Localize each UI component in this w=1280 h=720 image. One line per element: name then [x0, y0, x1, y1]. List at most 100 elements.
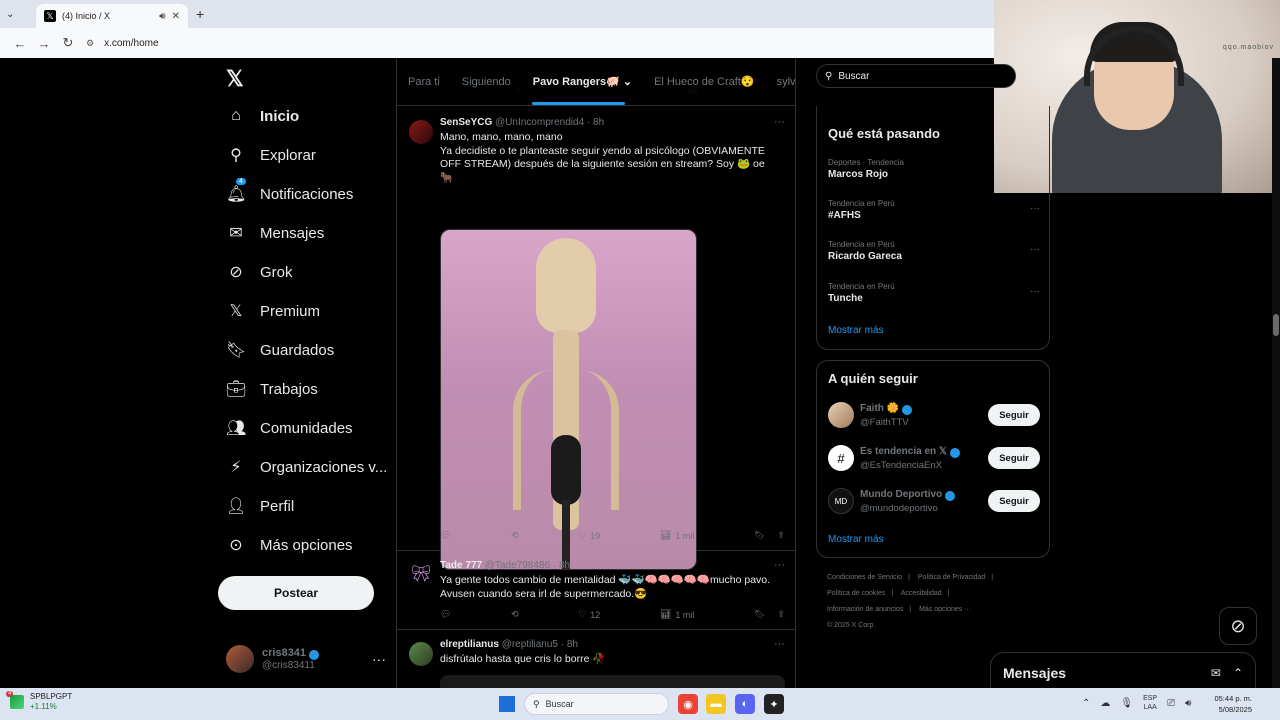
tab-siguiendo[interactable]: Siguiendo	[451, 76, 522, 88]
like-button[interactable]: ♡ 12	[578, 609, 600, 620]
trend-item[interactable]: Tendencia en Perú Ricardo Gareca ···	[828, 240, 1040, 262]
views-button[interactable]: 📊︎ 1 mil	[660, 609, 694, 620]
messages-drawer[interactable]: Mensajes ✉ ⌃	[990, 652, 1256, 692]
tweet-image[interactable]	[440, 675, 785, 688]
forward-icon[interactable]: →	[32, 36, 56, 51]
bookmark-icon[interactable]: 🔖︎	[754, 609, 765, 620]
trend-item[interactable]: Deportes · Tendencia Marcos Rojo	[828, 158, 1040, 180]
share-icon[interactable]: ⇪	[777, 609, 785, 620]
taskbar-search[interactable]: ⚲ Buscar	[524, 693, 669, 715]
tab-para-ti[interactable]: Para ti	[397, 76, 451, 88]
more-icon[interactable]: ···	[1030, 203, 1040, 214]
new-tab-button[interactable]: +	[196, 6, 204, 22]
nav-item-perfil[interactable]: 👤︎ Perfil	[226, 492, 294, 520]
more-icon[interactable]: ···	[372, 651, 386, 667]
cloud-icon[interactable]: ☁	[1100, 698, 1110, 709]
footer-link[interactable]: Política de Privacidad	[918, 574, 985, 581]
chevron-down-icon[interactable]: ⌄	[623, 76, 632, 88]
speaker-icon[interactable]: 🔊︎	[159, 11, 165, 22]
follow-button[interactable]: Seguir	[988, 447, 1040, 469]
page-scrollbar[interactable]	[1272, 58, 1280, 688]
file-explorer-icon[interactable]: ▬	[706, 694, 726, 714]
footer-link[interactable]: Política de cookies	[827, 590, 885, 597]
discord-icon[interactable]: ◐	[735, 694, 755, 714]
tweet-author-name[interactable]: Tade 777	[440, 560, 482, 571]
tweet-time[interactable]: · 8h	[587, 117, 604, 128]
trend-item[interactable]: Tendencia en Perú #AFHS ···	[828, 199, 1040, 221]
scrollbar-thumb[interactable]	[1273, 314, 1279, 336]
x-logo-icon[interactable]: 𝕏	[226, 66, 244, 92]
reply-icon[interactable]: 💬︎	[440, 609, 451, 620]
tweet[interactable]: 🎀︎ Tade 777 @Tade798486 · 8h ··· Ya gent…	[397, 551, 795, 630]
site-info-icon[interactable]: ⚙	[86, 38, 94, 49]
tab-sylville[interactable]: sylville	[766, 76, 795, 88]
close-tab-icon[interactable]: ✕	[172, 11, 180, 22]
new-message-icon[interactable]: ✉	[1211, 666, 1221, 680]
tweet[interactable]: elreptilianus @reptilianu5 · 8h ··· disf…	[397, 630, 795, 688]
volume-icon[interactable]: 🔊︎	[1185, 698, 1191, 709]
chevron-up-icon[interactable]: ⌃	[1082, 698, 1090, 709]
tweet-image[interactable]	[440, 229, 697, 570]
nav-item-mensajes[interactable]: ✉ Mensajes	[226, 219, 324, 247]
nav-item-premium[interactable]: 𝕏 Premium	[226, 297, 320, 325]
mundo-deportivo-avatar-icon[interactable]: MD	[828, 488, 854, 514]
show-more-link[interactable]: Mostrar más	[828, 325, 884, 336]
nav-item-organizaciones[interactable]: ⚡︎ Organizaciones v...	[226, 453, 387, 481]
footer-link[interactable]: Condiciones de Servicio	[827, 574, 902, 581]
tab-search-icon[interactable]: ⌄	[6, 9, 20, 20]
retweet-icon[interactable]: ⟲	[511, 609, 519, 620]
footer-link[interactable]: Más opciones ···	[919, 606, 971, 613]
reply-icon[interactable]: 💬︎	[440, 530, 451, 541]
tab-pavo-rangers[interactable]: Pavo Rangers🐖 ⌄	[522, 75, 643, 105]
tweet-author-name[interactable]: SenSeYCG	[440, 117, 492, 128]
nav-item-notificaciones[interactable]: 🔔︎ 4 Notificaciones	[226, 178, 353, 208]
url-field[interactable]: x.com/home	[104, 38, 158, 49]
footer-link[interactable]: Accesibilidad	[901, 590, 942, 597]
microphone-icon[interactable]: 🎙︎	[1120, 698, 1133, 709]
reload-icon[interactable]: ↻	[56, 35, 80, 51]
bookmark-icon[interactable]: 🔖︎	[754, 530, 765, 541]
follow-button[interactable]: Seguir	[988, 490, 1040, 512]
tab-hueco-de-craft[interactable]: El Hueco de Craft😯	[643, 75, 766, 88]
more-icon[interactable]: ···	[774, 559, 785, 571]
nav-item-inicio[interactable]: ⌂ Inicio	[226, 102, 299, 130]
nav-item-mas-opciones[interactable]: ⊙ Más opciones	[226, 531, 352, 559]
more-icon[interactable]: ···	[1030, 286, 1040, 297]
nav-item-guardados[interactable]: 🔖︎ Guardados	[226, 336, 334, 364]
tweet-time[interactable]: · 8h	[561, 639, 578, 650]
tweet-time[interactable]: · 8h	[553, 560, 570, 571]
more-icon[interactable]: ···	[774, 638, 785, 650]
avatar[interactable]	[828, 402, 854, 428]
trend-item[interactable]: Tendencia en Perú Tunche ···	[828, 282, 1040, 304]
nav-item-grok[interactable]: ⊘ Grok	[226, 258, 292, 286]
app-icon[interactable]: ✦	[764, 694, 784, 714]
avatar[interactable]	[409, 120, 433, 144]
avatar[interactable]: 🎀︎	[409, 563, 433, 587]
retweet-icon[interactable]: ⟲	[511, 530, 519, 541]
tweet-author-name[interactable]: elreptilianus	[440, 639, 499, 650]
hashtag-avatar-icon[interactable]: #	[828, 445, 854, 471]
share-icon[interactable]: ⇪	[777, 530, 785, 541]
network-icon[interactable]: ⎚	[1167, 698, 1175, 709]
like-button[interactable]: ♡ 19	[578, 530, 600, 541]
footer-link[interactable]: Información de anuncios	[827, 606, 903, 613]
views-button[interactable]: 📊︎ 1 mil	[660, 530, 694, 541]
tweet[interactable]: SenSeYCG @UnIncomprendid4 · 8h ··· Mano,…	[397, 108, 795, 570]
tweet-author-handle[interactable]: @Tade798486	[485, 560, 550, 571]
tweet-author-handle[interactable]: @UnIncomprendid4	[495, 117, 584, 128]
tweet-author-handle[interactable]: @reptilianu5	[502, 639, 558, 650]
follow-suggestion[interactable]: MD Mundo Deportivo ✓ @mundodeportivo Segu…	[828, 486, 1040, 516]
more-icon[interactable]: ···	[1030, 244, 1040, 255]
expand-drawer-icon[interactable]: ⌃	[1233, 666, 1243, 680]
nav-item-explorar[interactable]: ⚲ Explorar	[226, 141, 316, 169]
language-indicator[interactable]: ESP LAA	[1143, 694, 1157, 712]
stock-widget[interactable]: 4 SPBLPGPT +1.11%	[6, 691, 72, 712]
grok-float-button[interactable]: ⊘	[1219, 607, 1257, 645]
more-icon[interactable]: ···	[774, 116, 785, 128]
nav-item-trabajos[interactable]: 💼︎ Trabajos	[226, 375, 318, 403]
show-more-link[interactable]: Mostrar más	[828, 534, 884, 545]
windows-start-icon[interactable]	[499, 696, 515, 712]
follow-button[interactable]: Seguir	[988, 404, 1040, 426]
follow-suggestion[interactable]: # Es tendencia en 𝕏 ✓ @EsTendenciaEnX Seg…	[828, 443, 1040, 473]
clock[interactable]: 05:44 p. m. 5/08/2025	[1208, 693, 1252, 715]
